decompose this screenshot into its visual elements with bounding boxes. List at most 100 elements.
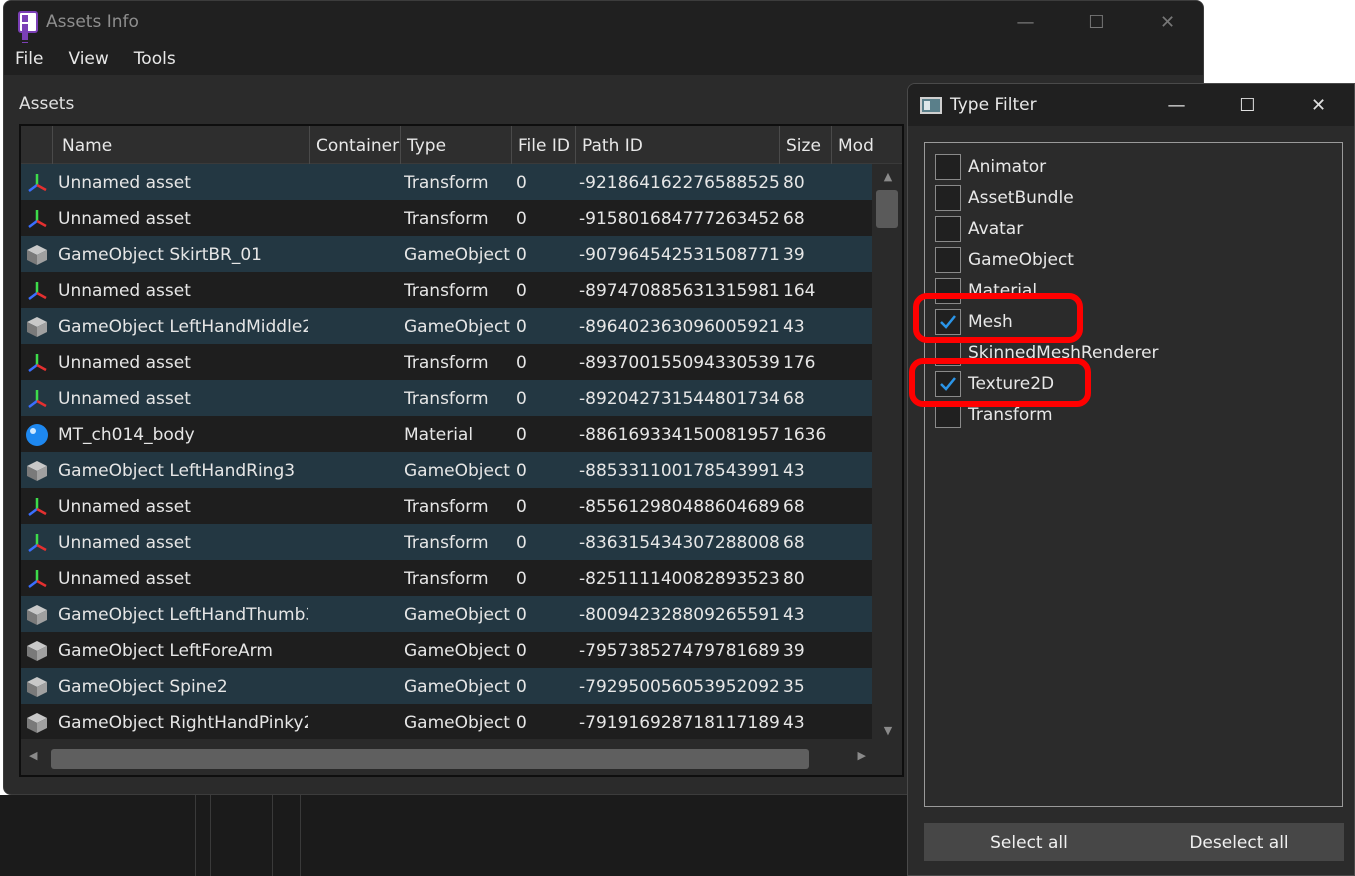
table-row[interactable]: GameObject SkirtBR_01 GameObject 0 -9079645… bbox=[21, 236, 872, 272]
menu-bar: File View Tools bbox=[4, 43, 1203, 75]
cell-path-id: -8556129804886046899 bbox=[579, 497, 779, 517]
scroll-down-arrow-icon[interactable]: ▼ bbox=[872, 724, 902, 737]
gameobject-icon bbox=[25, 315, 49, 339]
cell-name: GameObject LeftForeArm bbox=[58, 641, 273, 661]
table-row[interactable]: GameObject Spine2 GameObject 0 -79295005605… bbox=[21, 668, 872, 704]
dialog-title-bar[interactable]: Type Filter — ☐ ✕ bbox=[908, 84, 1354, 126]
cell-file-id: 0 bbox=[516, 173, 527, 193]
select-all-button[interactable]: Select all bbox=[924, 823, 1134, 861]
cell-path-id: -7919169287181171892 bbox=[579, 713, 779, 733]
cell-size: 39 bbox=[783, 245, 805, 265]
table-row[interactable]: Unnamed asset Transform 0 -8937001550943305… bbox=[21, 344, 872, 380]
checkbox[interactable] bbox=[935, 215, 961, 242]
column-header-type[interactable]: Type bbox=[401, 126, 512, 164]
table-row[interactable]: GameObject LeftHandMiddle2 GameObject 0 -89… bbox=[21, 308, 872, 344]
menu-file[interactable]: File bbox=[15, 49, 43, 69]
assets-table: Name Container Type File ID Path ID Size… bbox=[19, 124, 904, 777]
background-window-area bbox=[0, 795, 910, 876]
cell-size: 43 bbox=[783, 713, 805, 733]
cell-size: 1636 bbox=[783, 425, 827, 445]
scroll-up-arrow-icon[interactable]: ▲ bbox=[872, 170, 902, 183]
minimize-button[interactable]: — bbox=[990, 1, 1061, 43]
table-row[interactable]: GameObject LeftHandRing3 GameObject 0 -8853… bbox=[21, 452, 872, 488]
cell-path-id: -8251111400828935234 bbox=[579, 569, 779, 589]
cell-name: Unnamed asset bbox=[58, 569, 191, 589]
table-row[interactable]: Unnamed asset Transform 0 -9218641622765885… bbox=[21, 164, 872, 200]
table-row[interactable]: Unnamed asset Transform 0 -8556129804886046… bbox=[21, 488, 872, 524]
menu-tools[interactable]: Tools bbox=[134, 49, 176, 69]
cell-size: 68 bbox=[783, 389, 805, 409]
cell-type: GameObject bbox=[404, 245, 510, 265]
maximize-button[interactable]: ☐ bbox=[1061, 1, 1132, 43]
column-header-name[interactable]: Name bbox=[53, 126, 310, 164]
close-button[interactable]: ✕ bbox=[1283, 84, 1354, 126]
filter-label: GameObject bbox=[968, 249, 1074, 270]
column-header-path-id[interactable]: Path ID bbox=[576, 126, 780, 164]
table-row[interactable]: GameObject LeftHandThumb3 GameObject 0 -800… bbox=[21, 596, 872, 632]
checkbox[interactable] bbox=[935, 153, 961, 180]
window-controls: — ☐ ✕ bbox=[990, 1, 1203, 43]
filter-item-avatar[interactable]: Avatar bbox=[935, 213, 1023, 244]
table-row[interactable]: MT_ch014_body Material 0 -88616933415008195… bbox=[21, 416, 872, 452]
title-bar[interactable]: Assets Info — ☐ ✕ bbox=[4, 1, 1203, 49]
uabe-app-icon bbox=[18, 11, 38, 49]
filter-item-gameobject[interactable]: GameObject bbox=[935, 244, 1074, 275]
cell-file-id: 0 bbox=[516, 317, 527, 337]
cell-size: 176 bbox=[783, 353, 816, 373]
vertical-scrollbar[interactable]: ▲ ▼ bbox=[872, 164, 902, 739]
cell-type: GameObject bbox=[404, 677, 510, 697]
close-button[interactable]: ✕ bbox=[1132, 1, 1203, 43]
menu-view[interactable]: View bbox=[68, 49, 108, 69]
scroll-left-arrow-icon[interactable]: ◀ bbox=[29, 749, 37, 762]
table-row[interactable]: Unnamed asset Transform 0 -8974708856313159… bbox=[21, 272, 872, 308]
filter-item-animator[interactable]: Animator bbox=[935, 151, 1046, 182]
column-header-file-id[interactable]: File ID bbox=[512, 126, 576, 164]
cell-path-id: -8853311001785439916 bbox=[579, 461, 779, 481]
minimize-button[interactable]: — bbox=[1141, 84, 1212, 126]
cell-type: Transform bbox=[404, 569, 489, 589]
horizontal-scrollbar[interactable]: ◀ ▶ bbox=[21, 739, 872, 775]
column-header-icon[interactable] bbox=[21, 126, 53, 164]
cell-file-id: 0 bbox=[516, 389, 527, 409]
deselect-all-button[interactable]: Deselect all bbox=[1134, 823, 1344, 861]
horizontal-scroll-thumb[interactable] bbox=[51, 749, 809, 769]
cell-container bbox=[315, 380, 401, 416]
scroll-right-arrow-icon[interactable]: ▶ bbox=[858, 749, 866, 762]
cell-file-id: 0 bbox=[516, 497, 527, 517]
table-row[interactable]: Unnamed asset Transform 0 -8363154343072880… bbox=[21, 524, 872, 560]
cell-path-id: -8009423288092655917 bbox=[579, 605, 779, 625]
divider bbox=[195, 795, 196, 876]
table-row[interactable]: Unnamed asset Transform 0 -8920427315448017… bbox=[21, 380, 872, 416]
checkbox[interactable] bbox=[935, 184, 961, 211]
cell-path-id: -8964023630960059219 bbox=[579, 317, 779, 337]
cell-size: 80 bbox=[783, 569, 805, 589]
table-row[interactable]: Unnamed asset Transform 0 -8251111400828935… bbox=[21, 560, 872, 596]
cell-name: GameObject LeftHandThumb3 bbox=[58, 605, 308, 625]
checkbox[interactable] bbox=[935, 246, 961, 273]
material-icon bbox=[25, 423, 49, 447]
cell-path-id: -7957385274797816895 bbox=[579, 641, 779, 661]
cell-size: 68 bbox=[783, 209, 805, 229]
cell-file-id: 0 bbox=[516, 209, 527, 229]
gameobject-icon bbox=[25, 243, 49, 267]
cell-name: GameObject LeftHandMiddle2 bbox=[58, 317, 308, 337]
table-row[interactable]: GameObject RightHandPinky2 GameObject 0 -79… bbox=[21, 704, 872, 739]
cell-file-id: 0 bbox=[516, 281, 527, 301]
cell-path-id: -9158016847772634523 bbox=[579, 209, 779, 229]
column-header-size[interactable]: Size bbox=[780, 126, 832, 164]
maximize-button[interactable]: ☐ bbox=[1212, 84, 1283, 126]
transform-icon bbox=[25, 495, 49, 519]
gameobject-icon bbox=[25, 459, 49, 483]
table-row[interactable]: Unnamed asset Transform 0 -9158016847772634… bbox=[21, 200, 872, 236]
cell-container bbox=[315, 272, 401, 308]
column-header-container[interactable]: Container bbox=[310, 126, 401, 164]
cell-size: 68 bbox=[783, 533, 805, 553]
column-header-mod[interactable]: Mod bbox=[832, 126, 902, 164]
gameobject-icon bbox=[25, 675, 49, 699]
vertical-scroll-thumb[interactable] bbox=[876, 190, 898, 228]
transform-icon bbox=[25, 207, 49, 231]
type-filter-list: Animator AssetBundle Avatar GameObject Mater… bbox=[909, 142, 1343, 807]
filter-item-assetbundle[interactable]: AssetBundle bbox=[935, 182, 1074, 213]
cell-type: GameObject bbox=[404, 317, 510, 337]
table-row[interactable]: GameObject LeftForeArm GameObject 0 -795738… bbox=[21, 632, 872, 668]
